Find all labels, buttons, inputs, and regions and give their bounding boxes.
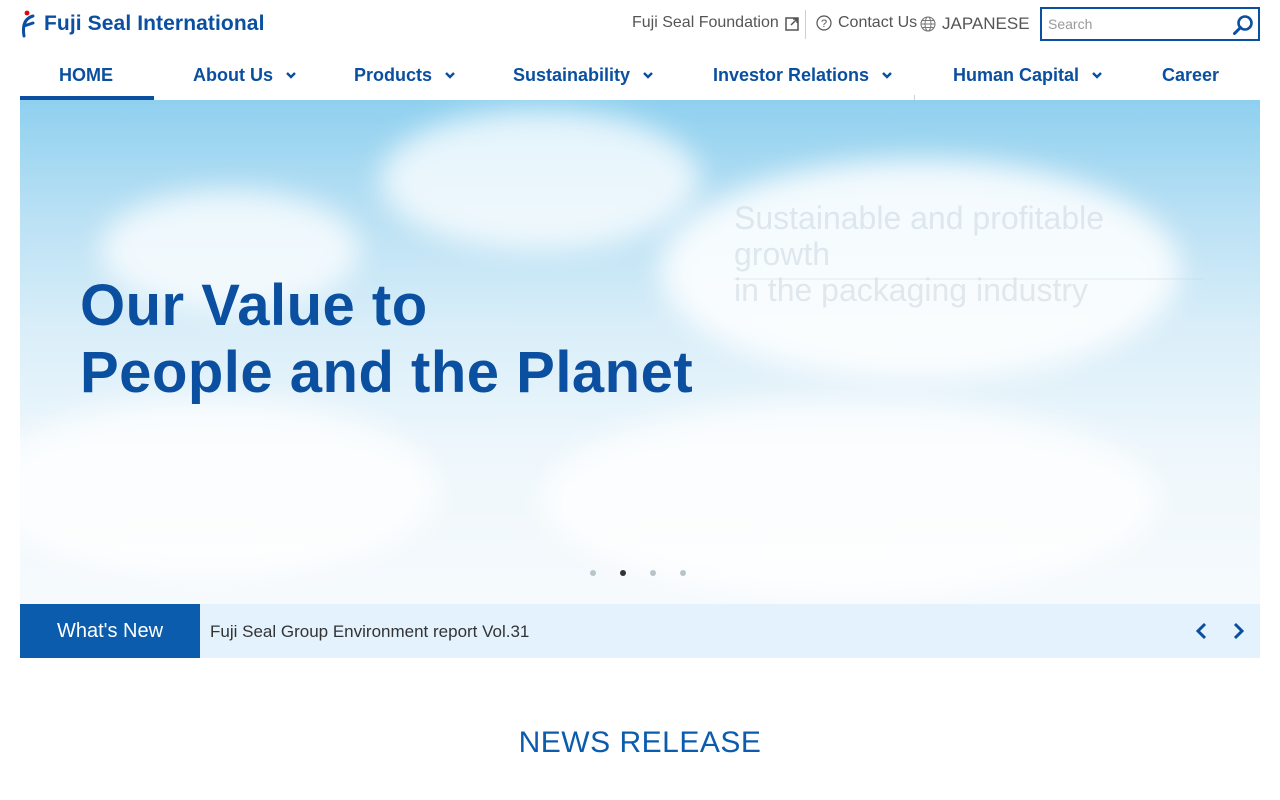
- hero-slider: Sustainable and profitable growth in the…: [20, 100, 1260, 604]
- hero-headline: Our Value to People and the Planet: [80, 272, 693, 406]
- slider-pagination: [590, 570, 686, 576]
- search-box: [1040, 7, 1260, 41]
- external-link-icon: [785, 16, 799, 31]
- chevron-down-icon: [286, 72, 296, 79]
- nav-item-about-us[interactable]: About Us: [193, 50, 297, 100]
- chevron-right-icon[interactable]: [1228, 621, 1248, 641]
- foundation-label: Fuji Seal Foundation: [632, 14, 779, 31]
- contact-link[interactable]: ? Contact Us: [816, 14, 917, 32]
- language-label: JAPANESE: [942, 14, 1030, 33]
- nav-item-human-capital[interactable]: Human Capital: [953, 50, 1103, 100]
- main-nav: HOME About Us Products Sustainability In…: [20, 50, 1260, 101]
- site-logo[interactable]: Fuji Seal International: [20, 10, 265, 38]
- top-bar: Fuji Seal International Fuji Seal Founda…: [0, 0, 1280, 50]
- nav-item-label: HOME: [59, 64, 113, 85]
- whats-new-label: What's New: [20, 604, 200, 658]
- nav-item-label: Sustainability: [513, 64, 631, 85]
- nav-item-label: About Us: [193, 64, 273, 85]
- whats-new-bar: What's New Fuji Seal Group Environment r…: [20, 604, 1260, 658]
- hero-subheading: Sustainable and profitable growth in the…: [734, 200, 1204, 308]
- news-release-title: NEWS RELEASE: [518, 726, 762, 759]
- nav-item-label: Investor Relations: [713, 64, 870, 85]
- chevron-left-icon[interactable]: [1192, 621, 1212, 641]
- nav-item-career[interactable]: Career: [1162, 50, 1219, 100]
- nav-item-sustainability[interactable]: Sustainability: [513, 50, 654, 100]
- nav-item-home[interactable]: HOME: [59, 50, 113, 100]
- logo-text: Fuji Seal International: [44, 12, 265, 35]
- foundation-link[interactable]: Fuji Seal Foundation: [632, 14, 800, 32]
- chevron-down-icon: [882, 72, 892, 79]
- svg-text:?: ?: [821, 18, 827, 30]
- slider-dot-2[interactable]: [620, 570, 626, 576]
- cloud-decoration: [380, 110, 700, 250]
- hero-subheading-line1: Sustainable and profitable growth: [734, 200, 1105, 272]
- question-circle-icon: ?: [816, 15, 832, 31]
- fuji-seal-logo-icon: [22, 10, 35, 38]
- nav-item-label: Career: [1162, 64, 1220, 85]
- nav-item-label: Products: [354, 64, 433, 85]
- cloud-decoration: [20, 400, 440, 580]
- slider-dot-1[interactable]: [590, 570, 596, 576]
- contact-label: Contact Us: [838, 14, 918, 31]
- nav-item-products[interactable]: Products: [354, 50, 456, 100]
- chevron-down-icon: [643, 72, 653, 79]
- hero-headline-line1: Our Value to: [80, 273, 428, 338]
- utility-divider: [805, 10, 806, 39]
- slider-dot-4[interactable]: [680, 570, 686, 576]
- language-switch[interactable]: JAPANESE: [920, 14, 1030, 34]
- slider-dot-3[interactable]: [650, 570, 656, 576]
- hero-subheading-rule: [734, 278, 1204, 280]
- search-icon[interactable]: [1232, 14, 1254, 36]
- chevron-down-icon: [1092, 72, 1102, 79]
- whats-new-item[interactable]: Fuji Seal Group Environment report Vol.3…: [210, 622, 529, 642]
- chevron-down-icon: [445, 72, 455, 79]
- nav-item-label: Human Capital: [953, 64, 1080, 85]
- search-input[interactable]: [1042, 9, 1228, 39]
- globe-icon: [920, 16, 936, 32]
- hero-headline-line2: People and the Planet: [80, 340, 694, 405]
- nav-item-investor-relations[interactable]: Investor Relations: [713, 50, 893, 100]
